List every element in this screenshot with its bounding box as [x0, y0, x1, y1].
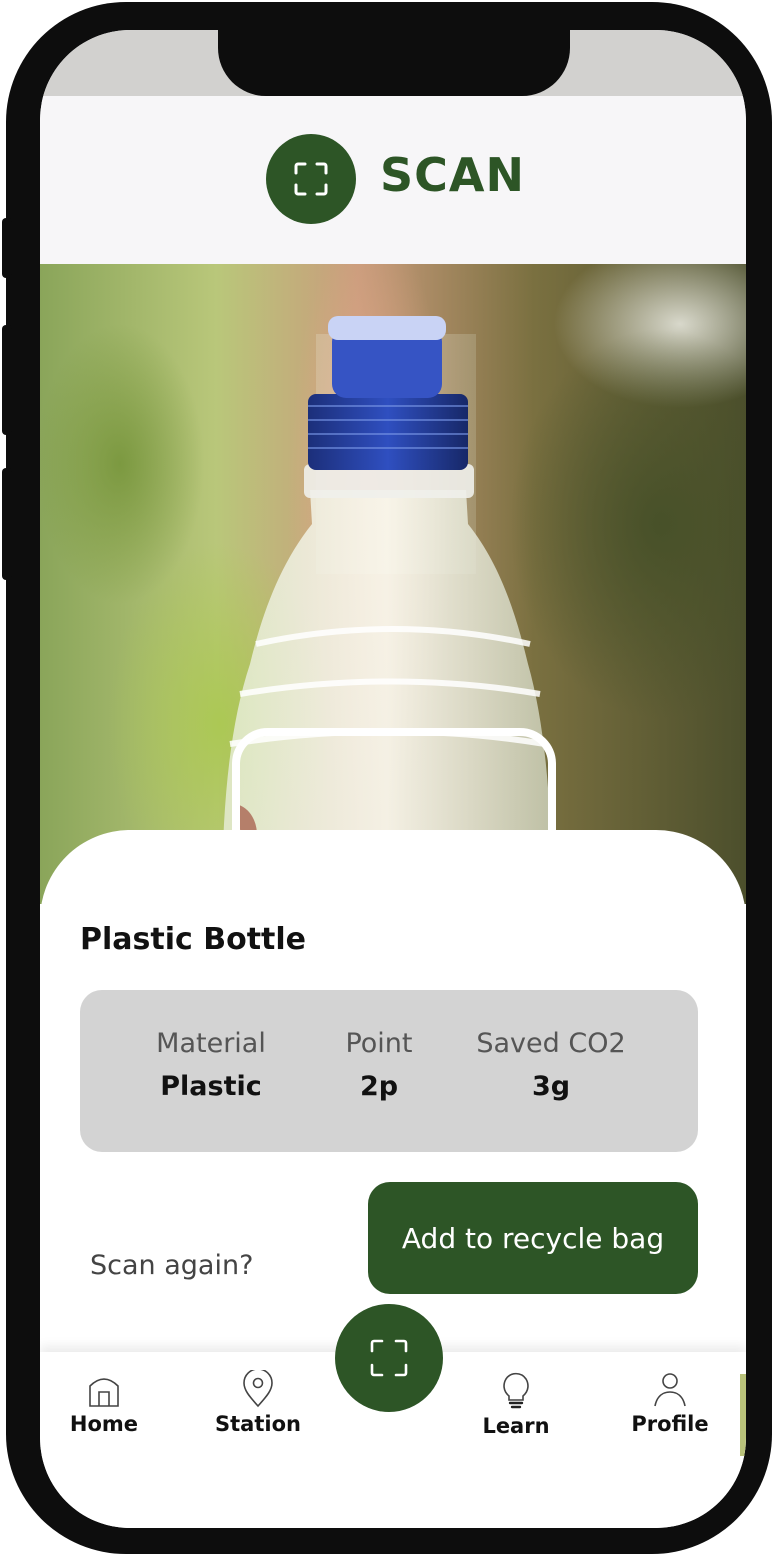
detail-point: Point 2p — [338, 1028, 420, 1102]
detail-material: Material Plastic — [152, 1028, 270, 1102]
detail-label: Material — [156, 1028, 266, 1059]
page-title: SCAN — [380, 148, 525, 202]
camera-viewfinder[interactable] — [40, 264, 746, 904]
phone-notch — [218, 30, 570, 96]
phone-volume-up — [2, 325, 12, 435]
scan-frame-icon — [266, 134, 356, 224]
tab-profile[interactable]: Profile — [610, 1370, 730, 1436]
user-icon — [654, 1373, 686, 1407]
tab-label: Profile — [631, 1412, 709, 1436]
app-screen: SCAN Plastic Bottle Material Plastic Poi… — [40, 30, 746, 1528]
lightbulb-icon — [503, 1372, 529, 1409]
product-details-box: Material Plastic Point 2p Saved CO2 3g — [80, 990, 698, 1152]
tab-station[interactable]: Station — [198, 1370, 318, 1436]
detail-label: Saved CO2 — [476, 1028, 626, 1059]
detail-saved-co2: Saved CO2 3g — [472, 1028, 630, 1102]
detail-value: Plastic — [160, 1071, 262, 1102]
scanned-bottle-image — [200, 316, 556, 904]
detail-label: Point — [345, 1028, 413, 1059]
tab-label: Station — [215, 1412, 301, 1436]
edge-accent — [740, 1374, 746, 1456]
tab-home[interactable]: Home — [44, 1370, 164, 1436]
location-pin-icon — [243, 1370, 273, 1408]
page-header: SCAN — [40, 96, 746, 264]
phone-mute-switch — [2, 218, 12, 278]
home-icon — [89, 1378, 119, 1407]
scan-frame-icon — [370, 1339, 408, 1377]
product-name: Plastic Bottle — [80, 922, 307, 957]
add-to-recycle-bag-button[interactable]: Add to recycle bag — [368, 1182, 698, 1294]
detail-value: 3g — [531, 1071, 571, 1102]
scan-fab-button[interactable] — [335, 1304, 443, 1412]
detail-value: 2p — [359, 1071, 399, 1102]
tab-learn[interactable]: Learn — [456, 1370, 576, 1438]
tab-label: Learn — [482, 1414, 550, 1438]
tab-label: Home — [69, 1412, 139, 1436]
phone-volume-down — [2, 468, 12, 580]
scan-again-link[interactable]: Scan again? — [90, 1250, 253, 1281]
